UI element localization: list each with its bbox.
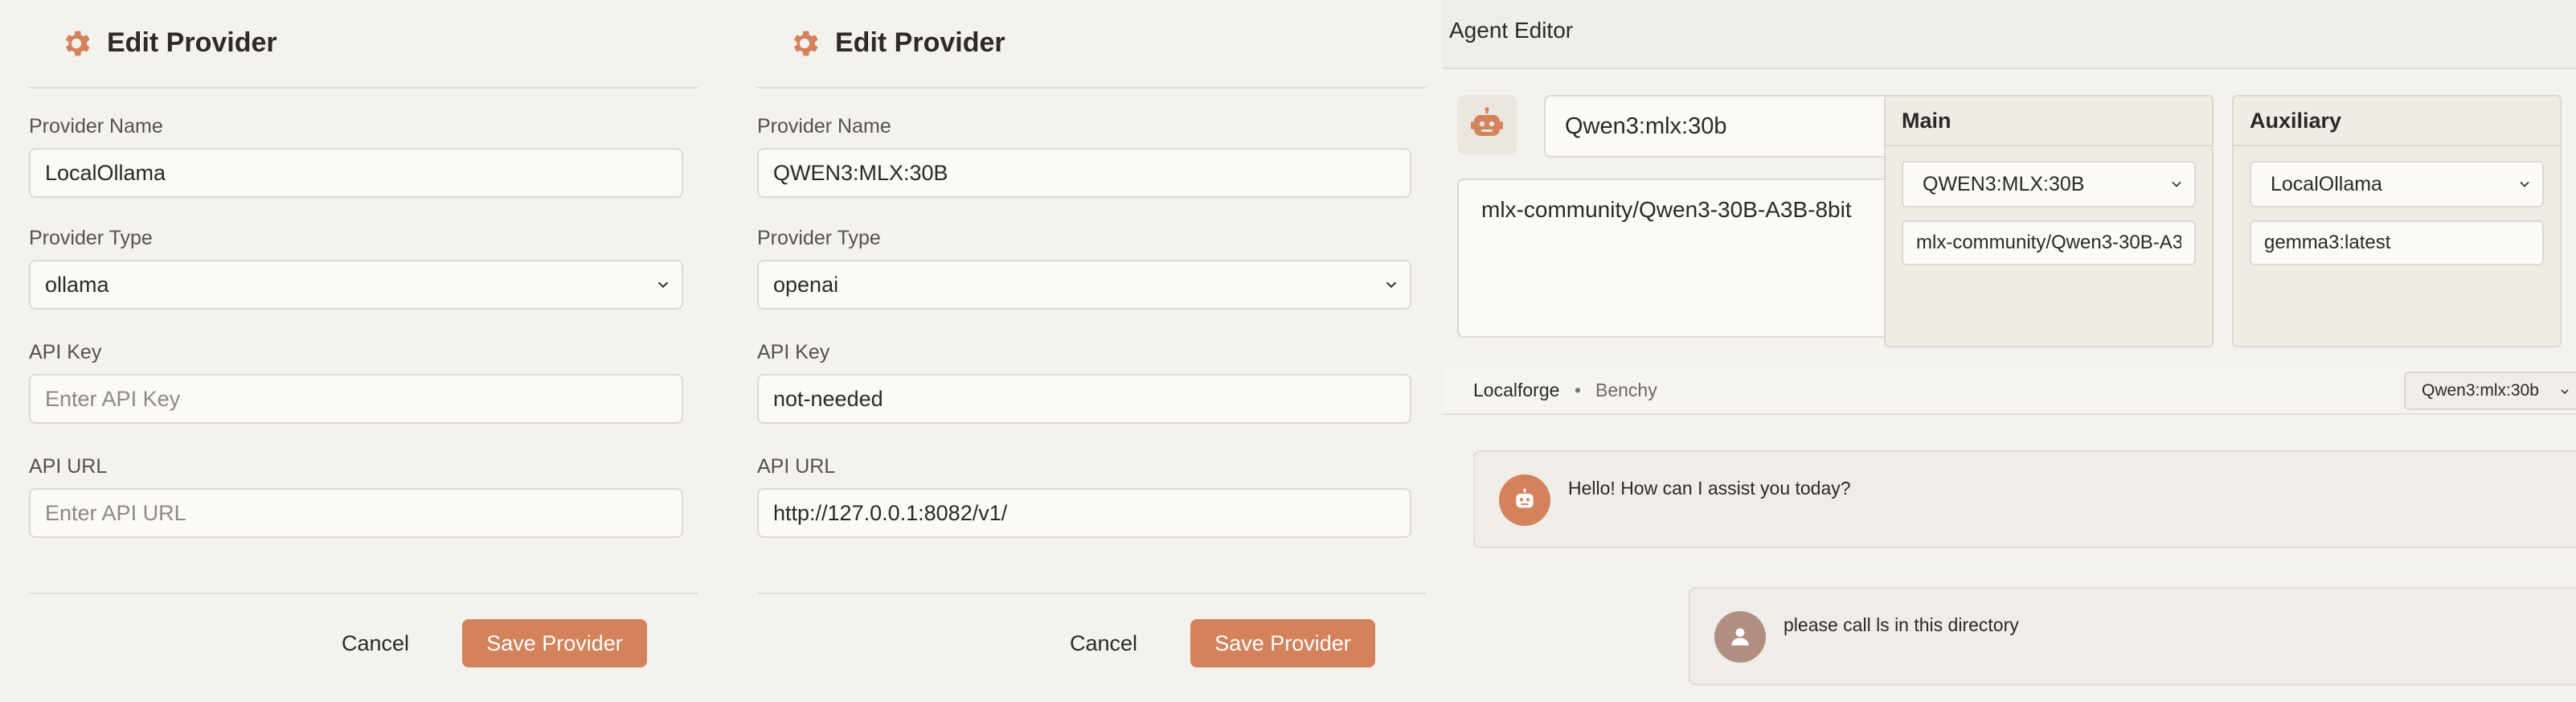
chevron-down-icon	[1386, 281, 1397, 289]
footer-divider	[29, 593, 698, 594]
panel-header: Edit Provider	[29, 0, 698, 88]
provider-type-select[interactable]: ollama	[29, 260, 683, 310]
provider-name-label: Provider Name	[757, 115, 891, 138]
panel-header: Edit Provider	[757, 0, 1426, 88]
assistant-message: Hello! How can I assist you today?	[1473, 450, 2576, 548]
provider-type-select[interactable]: openai	[757, 260, 1411, 310]
user-avatar	[1714, 611, 1766, 663]
person-icon	[1731, 628, 1749, 646]
provider-type-label: Provider Type	[757, 227, 881, 249]
api-key-input[interactable]	[29, 374, 683, 424]
cancel-button[interactable]: Cancel	[331, 619, 420, 667]
agent-editor-window: Agent Editor mlx-community/Qwen3-30B-A3B…	[1443, 0, 2576, 702]
robot-icon	[1516, 488, 1534, 508]
chevron-down-icon	[2172, 181, 2181, 187]
auxiliary-card-heading: Auxiliary	[2234, 96, 2560, 146]
assistant-avatar	[1499, 474, 1550, 526]
provider-type-label: Provider Type	[29, 227, 153, 249]
agent-name-input[interactable]	[1544, 95, 1928, 158]
edit-provider-panel: Edit Provider Provider Name Provider Typ…	[728, 0, 1456, 702]
chevron-down-icon	[657, 281, 669, 289]
agent-editor-titlebar: Agent Editor	[1443, 0, 2576, 69]
user-message: please call ls in this directory	[1689, 587, 2576, 685]
auxiliary-provider-value: LocalOllama	[2271, 173, 2382, 195]
provider-type-value: ollama	[29, 260, 683, 310]
breadcrumb-app: Localforge	[1473, 380, 1560, 400]
cancel-button[interactable]: Cancel	[1059, 619, 1148, 667]
gear-icon	[793, 31, 818, 56]
gear-icon	[65, 31, 90, 56]
breadcrumb-project: Benchy	[1595, 380, 1657, 400]
provider-name-input[interactable]	[29, 148, 683, 198]
api-key-label: API Key	[29, 341, 102, 363]
main-model-input[interactable]	[1902, 220, 2196, 265]
chevron-down-icon	[2520, 181, 2529, 187]
api-key-label: API Key	[757, 341, 830, 363]
api-url-label: API URL	[29, 455, 108, 478]
auxiliary-model-input[interactable]	[2250, 220, 2544, 265]
chat-model-value: Qwen3:mlx:30b	[2422, 381, 2539, 400]
main-provider-value: QWEN3:MLX:30B	[1923, 173, 2085, 195]
agent-editor-title: Agent Editor	[1449, 18, 1574, 43]
agent-model-textarea[interactable]: mlx-community/Qwen3-30B-A3B-8bit	[1457, 179, 1928, 338]
save-provider-button[interactable]: Save Provider	[1190, 619, 1375, 667]
provider-name-label: Provider Name	[29, 115, 163, 138]
footer-divider	[757, 593, 1426, 594]
auxiliary-model-card: Auxiliary LocalOllama	[2232, 95, 2562, 347]
message-text: please call ls in this directory	[1784, 614, 2019, 635]
chevron-down-icon	[2561, 389, 2569, 395]
edit-provider-panel: Edit Provider Provider Name Provider Typ…	[0, 0, 728, 702]
message-text: Hello! How can I assist you today?	[1568, 478, 1851, 499]
main-model-card: Main QWEN3:MLX:30B	[1884, 95, 2214, 347]
api-url-input[interactable]	[757, 488, 1411, 538]
chat-model-select[interactable]: Qwen3:mlx:30b	[2404, 372, 2576, 410]
panel-title: Edit Provider	[835, 27, 1005, 58]
main-card-heading: Main	[1886, 96, 2212, 146]
provider-type-value: openai	[757, 260, 1411, 310]
breadcrumb-separator: •	[1575, 380, 1582, 400]
save-provider-button[interactable]: Save Provider	[462, 619, 647, 667]
agent-avatar-button[interactable]	[1457, 95, 1517, 154]
robot-icon	[1471, 107, 1503, 136]
main-provider-select[interactable]: QWEN3:MLX:30B	[1902, 161, 2196, 207]
panel-title: Edit Provider	[107, 27, 277, 58]
api-url-label: API URL	[757, 455, 836, 478]
provider-name-input[interactable]	[757, 148, 1411, 198]
auxiliary-provider-select[interactable]: LocalOllama	[2250, 161, 2544, 207]
api-key-input[interactable]	[757, 374, 1411, 424]
api-url-input[interactable]	[29, 488, 683, 538]
